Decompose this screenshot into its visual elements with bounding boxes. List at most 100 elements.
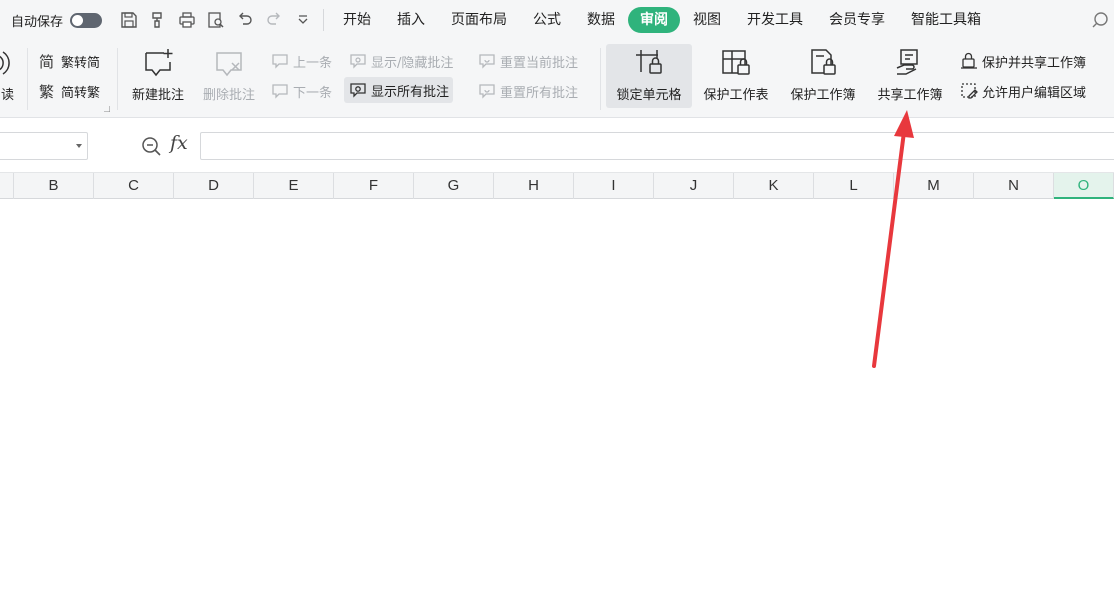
column-header[interactable]: I: [574, 173, 654, 199]
protect-sheet-button[interactable]: 保护工作表: [696, 40, 776, 103]
share-workbook-button[interactable]: 共享工作簿: [870, 40, 950, 103]
undo-icon[interactable]: [230, 7, 259, 33]
reset-current-comment-button[interactable]: 重置当前批注: [473, 48, 582, 74]
show-all-comments-button[interactable]: 显示所有批注: [344, 77, 454, 103]
read-aloud-label: 朗读: [0, 88, 14, 103]
new-comment-button[interactable]: 新建批注: [124, 40, 192, 103]
protect-sheet-label: 保护工作表: [703, 88, 769, 103]
column-header[interactable]: G: [414, 173, 494, 199]
ribbon-divider: [27, 48, 28, 110]
column-headers: B C D E F G H I J K L M N O: [0, 172, 1114, 199]
simp-to-trad-label: 简转繁: [61, 85, 101, 101]
protect-workbook-icon: [806, 46, 840, 80]
more-dropdown-icon[interactable]: [288, 7, 317, 33]
next-comment-button[interactable]: 下一条: [266, 78, 336, 104]
delete-comment-icon: [212, 46, 246, 80]
cell-grid[interactable]: [0, 199, 1114, 606]
ribbon-divider: [600, 48, 601, 110]
print-preview-icon[interactable]: [201, 7, 230, 33]
quick-access-toolbar: [114, 7, 317, 33]
save-icon[interactable]: [114, 7, 143, 33]
formula-bar: fx: [0, 118, 1114, 172]
delete-comment-button[interactable]: 删除批注: [196, 40, 262, 103]
trad-to-simp-icon: 简: [39, 53, 54, 71]
protect-workbook-button[interactable]: 保护工作簿: [783, 40, 863, 103]
print-icon[interactable]: [172, 7, 201, 33]
column-header[interactable]: C: [94, 173, 174, 199]
menu-insert[interactable]: 插入: [384, 7, 438, 33]
show-all-comments-label: 显示所有批注: [371, 84, 450, 100]
reset-current-comment-icon: [479, 54, 495, 69]
column-header-partial[interactable]: [0, 173, 14, 199]
menu-member[interactable]: 会员专享: [816, 7, 898, 33]
formula-input[interactable]: [200, 132, 1114, 160]
reset-all-comments-button[interactable]: 重置所有批注: [473, 78, 582, 104]
simp-to-trad-button[interactable]: 繁 简转繁: [34, 78, 104, 104]
delete-comment-label: 删除批注: [202, 88, 255, 103]
column-header[interactable]: F: [334, 173, 414, 199]
autosave-label: 自动保存: [11, 14, 64, 30]
title-menu-bar: 自动保存 开始 插入 页面布局 公式 数据 审阅 视图 开发工具 会员专享 智能…: [0, 0, 1114, 40]
prev-comment-label: 上一条: [293, 55, 333, 71]
chevron-down-icon[interactable]: [76, 144, 82, 148]
menu-view[interactable]: 视图: [680, 7, 734, 33]
main-menu: 开始 插入 页面布局 公式 数据 审阅 视图 开发工具 会员专享 智能工具箱: [330, 0, 994, 40]
show-hide-comment-button[interactable]: 显示/隐藏批注: [344, 48, 457, 74]
trad-to-simp-label: 繁转简: [61, 55, 101, 71]
column-header[interactable]: N: [974, 173, 1054, 199]
autosave-toggle[interactable]: [70, 12, 103, 28]
share-workbook-label: 共享工作簿: [877, 88, 943, 103]
review-ribbon: 朗读 简 繁转简 繁 简转繁 新建批注 删除批注 上一条: [0, 40, 1114, 118]
menu-developer[interactable]: 开发工具: [734, 7, 816, 33]
menu-page-layout[interactable]: 页面布局: [438, 7, 520, 33]
menu-smart-toolbox[interactable]: 智能工具箱: [898, 7, 994, 33]
search-icon[interactable]: [1090, 10, 1110, 30]
menu-data[interactable]: 数据: [574, 7, 628, 33]
menu-review[interactable]: 审阅: [628, 7, 681, 33]
share-workbook-icon: [893, 46, 927, 80]
lock-cell-button[interactable]: 锁定单元格: [606, 44, 692, 108]
zoom-icon[interactable]: [140, 135, 162, 157]
allow-edit-ranges-label: 允许用户编辑区域: [982, 85, 1087, 101]
lock-cell-icon: [632, 46, 666, 80]
new-comment-icon: [141, 46, 175, 80]
column-header[interactable]: M: [894, 173, 974, 199]
next-comment-icon: [272, 84, 288, 99]
column-header[interactable]: B: [14, 173, 94, 199]
next-comment-label: 下一条: [293, 85, 333, 101]
column-header[interactable]: E: [254, 173, 334, 199]
column-header[interactable]: H: [494, 173, 574, 199]
read-aloud-icon: [0, 46, 20, 80]
protect-and-share-label: 保护并共享工作簿: [982, 55, 1087, 71]
redo-icon[interactable]: [259, 7, 288, 33]
column-header-active[interactable]: O: [1054, 173, 1114, 199]
spreadsheet-app: 自动保存 开始 插入 页面布局 公式 数据 审阅 视图 开发工具 会员专享 智能…: [0, 0, 1114, 606]
group-expand-icon[interactable]: [104, 106, 110, 112]
format-painter-icon[interactable]: [143, 7, 172, 33]
svg-text:繁: 繁: [39, 83, 54, 101]
column-header[interactable]: K: [734, 173, 814, 199]
allow-edit-ranges-icon: [961, 83, 978, 99]
prev-comment-button[interactable]: 上一条: [266, 48, 336, 74]
svg-text:简: 简: [39, 53, 54, 71]
protect-sheet-icon: [719, 46, 753, 80]
protect-and-share-button[interactable]: 保护并共享工作簿: [955, 48, 1090, 74]
allow-edit-ranges-button[interactable]: 允许用户编辑区域: [955, 78, 1090, 104]
column-header[interactable]: D: [174, 173, 254, 199]
reset-all-comments-label: 重置所有批注: [500, 85, 579, 101]
menu-formulas[interactable]: 公式: [520, 7, 574, 33]
column-header[interactable]: J: [654, 173, 734, 199]
name-box[interactable]: [0, 132, 88, 160]
read-aloud-button[interactable]: 朗读: [0, 40, 20, 103]
toolbar-divider: [323, 9, 325, 31]
protect-workbook-label: 保护工作簿: [790, 88, 856, 103]
prev-comment-icon: [272, 54, 288, 69]
protect-and-share-icon: [961, 52, 977, 69]
autosave-control[interactable]: 自动保存: [11, 11, 103, 30]
show-all-comments-icon: [350, 83, 366, 98]
menu-home[interactable]: 开始: [330, 7, 384, 33]
trad-to-simp-button[interactable]: 简 繁转简: [34, 48, 104, 74]
fx-icon[interactable]: fx: [170, 132, 188, 154]
column-header[interactable]: L: [814, 173, 894, 199]
reset-all-comments-icon: [479, 84, 495, 99]
